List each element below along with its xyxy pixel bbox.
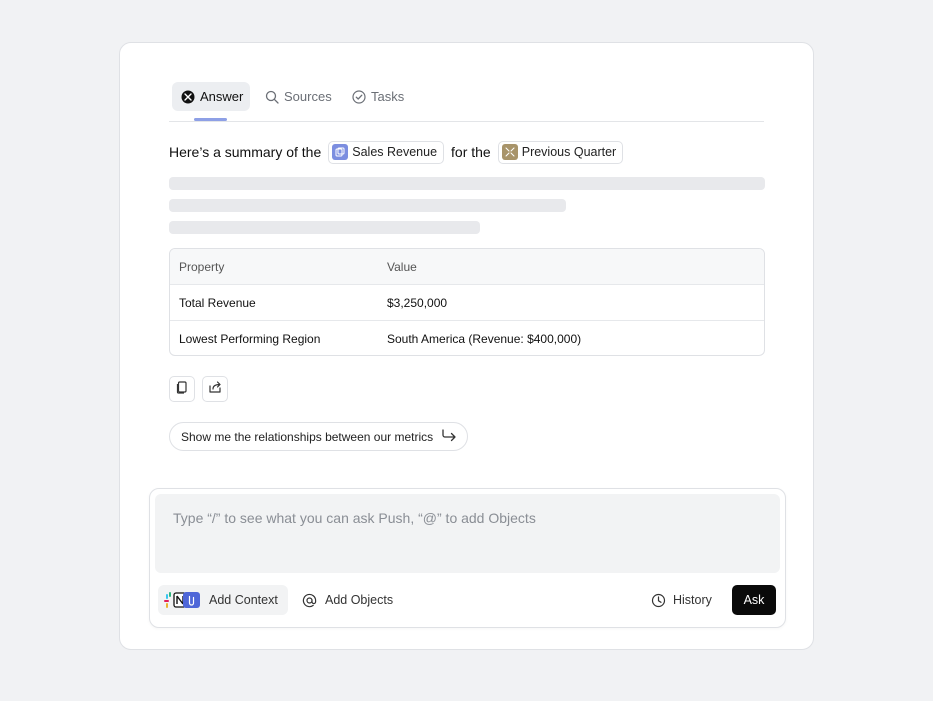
ask-label: Ask — [743, 593, 765, 607]
skeleton-line — [169, 177, 765, 190]
answer-icon — [181, 90, 195, 104]
table-row: Lowest Performing Region South America (… — [170, 320, 764, 355]
copy-button[interactable] — [169, 376, 195, 402]
tab-answer[interactable]: Answer — [172, 82, 250, 111]
tab-sources-label: Sources — [284, 89, 332, 104]
summary-middle: for the — [451, 144, 491, 160]
previous-quarter-label: Previous Quarter — [521, 145, 617, 159]
prompt-input[interactable] — [155, 494, 780, 573]
search-icon — [265, 90, 279, 104]
arrow-return-icon — [433, 428, 457, 445]
add-context-label: Add Context — [209, 593, 278, 607]
ask-button[interactable]: Ask — [732, 585, 776, 615]
add-objects-label: Add Objects — [325, 593, 394, 607]
cell-property: Lowest Performing Region — [179, 331, 321, 346]
add-objects-button[interactable]: Add Objects — [302, 585, 393, 615]
summary-prefix: Here’s a summary of the — [169, 144, 322, 160]
cell-property: Total Revenue — [179, 295, 256, 310]
tab-answer-label: Answer — [200, 89, 244, 104]
tab-tasks-label: Tasks — [371, 89, 405, 104]
active-tab-indicator — [194, 118, 227, 121]
slack-icon — [164, 592, 200, 608]
summary-table: Property Value Total Revenue $3,250,000 … — [169, 248, 765, 356]
copy-icon — [175, 380, 189, 399]
add-context-button[interactable]: Add Context — [158, 585, 288, 615]
tab-bar: Answer Sources Tasks — [169, 81, 764, 122]
calendar-icon — [501, 144, 518, 160]
sales-revenue-chip[interactable]: Sales Revenue — [328, 140, 445, 164]
composer: Add Context Add Objects History Ask — [149, 488, 786, 628]
share-icon — [208, 380, 222, 399]
table-row: Total Revenue $3,250,000 — [170, 284, 764, 320]
summary-line: Here’s a summary of the Sales Revenue fo… — [169, 140, 630, 164]
sales-revenue-label: Sales Revenue — [352, 145, 438, 159]
skeleton-line — [169, 199, 566, 212]
at-icon — [302, 593, 317, 608]
tab-sources[interactable]: Sources — [265, 82, 332, 111]
answer-card: Answer Sources Tasks Here’s a summary of… — [119, 42, 814, 650]
skeleton-line — [169, 221, 480, 234]
previous-quarter-chip[interactable]: Previous Quarter — [497, 140, 624, 164]
cell-value: South America (Revenue: $400,000) — [387, 331, 582, 346]
cell-value: $3,250,000 — [387, 295, 448, 310]
integration-logos — [164, 590, 202, 610]
clock-icon — [651, 593, 666, 608]
tab-tasks[interactable]: Tasks — [352, 82, 404, 111]
header-property: Property — [179, 259, 225, 274]
suggested-question-label: Show me the relationships between our me… — [181, 429, 434, 444]
check-circle-icon — [352, 89, 366, 104]
history-button[interactable]: History — [651, 585, 712, 615]
share-button[interactable] — [202, 376, 228, 402]
header-value: Value — [387, 259, 417, 274]
suggested-question[interactable]: Show me the relationships between our me… — [169, 422, 469, 451]
dataset-icon — [332, 144, 349, 160]
history-label: History — [673, 593, 712, 607]
table-header-row: Property Value — [170, 249, 764, 284]
